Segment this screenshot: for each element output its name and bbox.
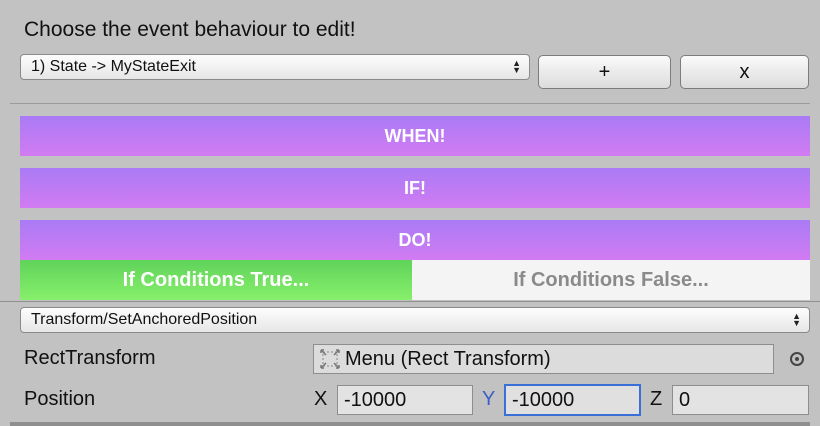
object-picker-icon[interactable] <box>790 352 804 366</box>
select-arrows-icon: ▲ ▼ <box>792 311 801 328</box>
position-label: Position <box>24 388 96 410</box>
action-select[interactable]: Transform/SetAnchoredPosition ▲ ▼ <box>20 307 810 333</box>
rect-transform-object-field[interactable]: Menu (Rect Transform) <box>313 344 774 374</box>
page-title: Choose the event behaviour to edit! <box>24 18 356 41</box>
tab-conditions-false[interactable]: If Conditions False... <box>412 260 810 300</box>
position-x-label: X <box>314 388 328 410</box>
if-section-button[interactable]: IF! <box>20 168 810 208</box>
position-z-field[interactable]: 0 <box>672 385 809 415</box>
position-y-field[interactable]: -10000 <box>504 384 641 416</box>
tabs-divider <box>0 301 820 302</box>
rect-transform-value: Menu (Rect Transform) <box>345 347 551 370</box>
action-select-value: Transform/SetAnchoredPosition <box>31 311 258 328</box>
tab-conditions-true[interactable]: If Conditions True... <box>20 260 412 300</box>
when-section-button[interactable]: WHEN! <box>20 116 810 156</box>
header-divider <box>10 103 810 104</box>
do-section-button[interactable]: DO! <box>20 220 810 260</box>
position-x-field[interactable]: -10000 <box>337 385 473 415</box>
behaviour-select-value: 1) State -> MyStateExit <box>31 58 196 75</box>
select-arrows-icon: ▲ ▼ <box>512 58 521 75</box>
bottom-border <box>10 422 810 426</box>
position-y-label: Y <box>482 388 496 410</box>
behaviour-select[interactable]: 1) State -> MyStateExit ▲ ▼ <box>20 54 530 80</box>
add-behaviour-button[interactable]: + <box>538 55 671 89</box>
rect-transform-label: RectTransform <box>24 347 156 369</box>
remove-behaviour-button[interactable]: x <box>680 55 809 89</box>
rect-transform-icon <box>318 347 342 371</box>
position-z-label: Z <box>650 388 663 410</box>
